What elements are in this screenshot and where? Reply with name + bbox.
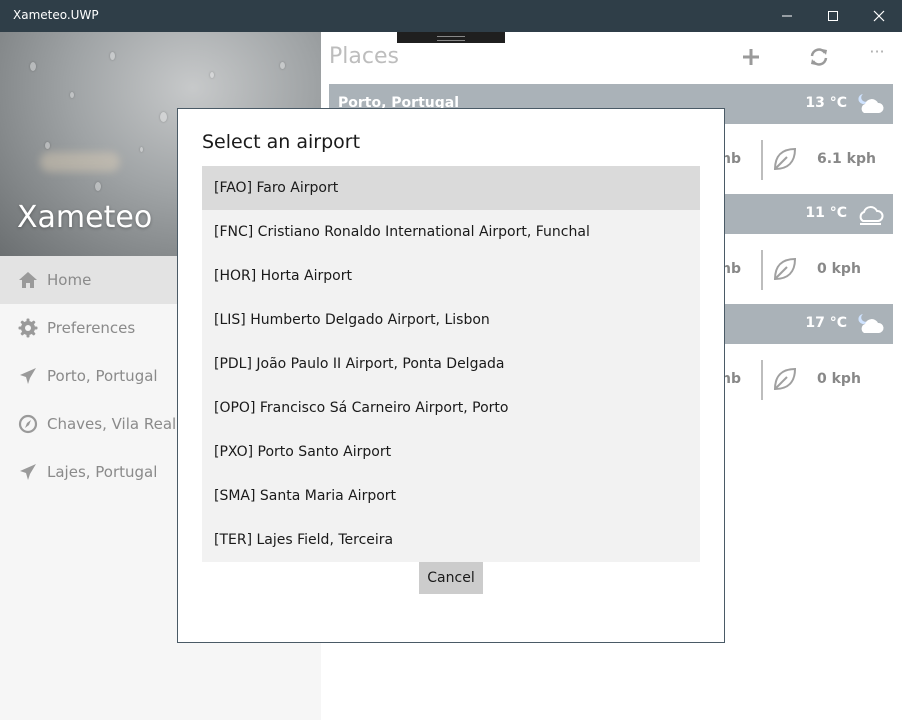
- gear-icon: [18, 318, 38, 338]
- divider: [761, 250, 763, 290]
- airport-item[interactable]: [TER] Lajes Field, Terceira: [202, 518, 700, 562]
- refresh-button[interactable]: [803, 44, 835, 72]
- dialog-title: Select an airport: [202, 131, 361, 153]
- airport-dialog: Select an airport [FAO] Faro Airport [FN…: [177, 108, 725, 643]
- cloud-icon: [857, 202, 885, 230]
- close-icon: [873, 10, 885, 22]
- home-icon: [18, 270, 38, 290]
- title-bar: Xameteo.UWP: [0, 0, 902, 32]
- compass-icon: [18, 414, 38, 434]
- divider: [761, 360, 763, 400]
- maximize-icon: [828, 11, 838, 21]
- wind-speed: 6.1 kph: [817, 151, 876, 167]
- sidebar-item-label: Chaves, Vila Real: [47, 415, 177, 433]
- refresh-icon: [810, 48, 828, 66]
- partly-cloudy-night-icon: [857, 92, 885, 120]
- more-button[interactable]: ···: [861, 42, 893, 70]
- airport-item[interactable]: [SMA] Santa Maria Airport: [202, 474, 700, 518]
- drag-handle[interactable]: [397, 32, 505, 43]
- window-title: Xameteo.UWP: [13, 8, 99, 22]
- add-place-button[interactable]: [735, 44, 767, 72]
- plus-icon: [743, 49, 759, 65]
- airport-item[interactable]: [OPO] Francisco Sá Carneiro Airport, Por…: [202, 386, 700, 430]
- airport-item[interactable]: [HOR] Horta Airport: [202, 254, 700, 298]
- airplane-icon: [18, 366, 38, 386]
- sidebar-item-label: Porto, Portugal: [47, 367, 158, 385]
- airport-list[interactable]: [FAO] Faro Airport [FNC] Cristiano Ronal…: [202, 166, 700, 562]
- sidebar-item-label: Preferences: [47, 319, 136, 337]
- airport-item[interactable]: [PDL] João Paulo II Airport, Ponta Delga…: [202, 342, 700, 386]
- divider: [761, 140, 763, 180]
- sidebar-item-label: Lajes, Portugal: [47, 463, 158, 481]
- leaf-icon: [772, 366, 798, 396]
- maximize-button[interactable]: [810, 0, 856, 32]
- temperature: 13 °C: [805, 95, 847, 111]
- leaf-icon: [772, 146, 798, 176]
- temperature: 17 °C: [805, 315, 847, 331]
- page-title: Places: [329, 44, 399, 69]
- sidebar-item-label: Home: [47, 271, 92, 289]
- close-button[interactable]: [856, 0, 902, 32]
- minimize-button[interactable]: [764, 0, 810, 32]
- leaf-icon: [772, 256, 798, 286]
- airport-item[interactable]: [LIS] Humberto Delgado Airport, Lisbon: [202, 298, 700, 342]
- app-brand: Xameteo: [17, 200, 153, 235]
- wind-speed: 0 kph: [817, 371, 861, 387]
- wind-speed: 0 kph: [817, 261, 861, 277]
- minimize-icon: [782, 15, 792, 17]
- airport-item[interactable]: [FAO] Faro Airport: [202, 166, 700, 210]
- airport-item[interactable]: [PXO] Porto Santo Airport: [202, 430, 700, 474]
- cancel-button[interactable]: Cancel: [419, 562, 483, 594]
- partly-cloudy-night-icon: [857, 312, 885, 340]
- airport-item[interactable]: [FNC] Cristiano Ronaldo International Ai…: [202, 210, 700, 254]
- temperature: 11 °C: [805, 205, 847, 221]
- airplane-icon: [18, 462, 38, 482]
